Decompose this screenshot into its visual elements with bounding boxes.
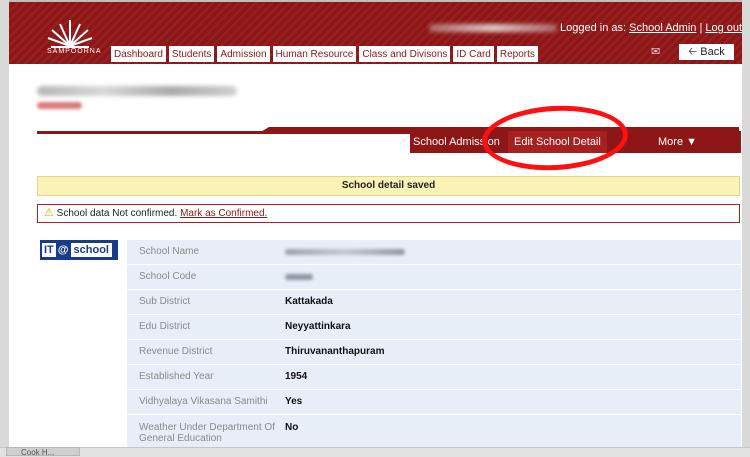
blurred-value (285, 274, 313, 280)
arrow-left-icon: 🡠 (688, 46, 698, 58)
detail-value: No (285, 422, 299, 433)
detail-value: 1954 (285, 371, 308, 382)
login-separator: | (699, 22, 703, 34)
nav-reports[interactable]: Reports (496, 46, 538, 62)
back-button[interactable]: 🡠 Back (679, 44, 734, 60)
back-label: Back (700, 46, 725, 58)
detail-value: Thiruvananthapuram (285, 346, 385, 357)
it-logo-text: IT (42, 243, 56, 257)
logout-link[interactable]: Log out (705, 22, 742, 34)
table-row: School Code (127, 265, 741, 290)
user-role-link[interactable]: School Admin (629, 22, 696, 34)
nav-dashboard[interactable]: Dashboard (111, 46, 166, 62)
login-prefix: Logged in as: (560, 22, 627, 34)
table-row: Established Year 1954 (127, 365, 741, 390)
at-logo-text: @ (57, 244, 69, 256)
school-details-table: School Name School Code Sub District Kat… (127, 240, 741, 456)
nav-human-resource[interactable]: Human Resource (272, 46, 357, 62)
warning-text: School data Not confirmed. (56, 208, 178, 219)
table-row: Sub District Kattakada (127, 290, 741, 315)
table-row: Revenue District Thiruvananthapuram (127, 340, 741, 365)
logo-text: SAMPOORNA (47, 48, 102, 55)
detail-value: Neyyattinkara (285, 321, 351, 332)
detail-label: Vidhyalaya Vikasana Samithi (139, 396, 268, 407)
detail-label: School Name (139, 246, 200, 257)
browser-page: SAMPOORNA Logged in as: School Admin | L… (9, 0, 742, 456)
detail-label: Established Year (139, 371, 214, 382)
mark-as-confirmed-link[interactable]: Mark as Confirmed. (180, 208, 267, 219)
more-dropdown[interactable]: More ▼ (658, 131, 697, 153)
school-logo-text: school (70, 243, 112, 257)
blurred-value (285, 249, 405, 255)
app-header: SAMPOORNA Logged in as: School Admin | L… (9, 0, 742, 64)
blurred-school-name (429, 24, 557, 32)
table-row: School Name (127, 240, 741, 265)
detail-label: Weather Under Department Of General Educ… (139, 422, 275, 444)
login-status: Logged in as: School Admin | Log out (560, 22, 742, 34)
envelope-icon[interactable]: ✉ (651, 47, 664, 58)
itschool-logo: IT @ school (40, 240, 118, 260)
success-notice: School detail saved (37, 176, 740, 196)
taskbar-window-button[interactable]: Cook H... (6, 447, 80, 457)
red-highlight-circle (480, 102, 630, 174)
main-nav: Dashboard Students Admission Human Resou… (111, 46, 538, 62)
blurred-school-title (37, 86, 237, 96)
detail-label: Edu District (139, 321, 191, 332)
table-row: Vidhyalaya Vikasana Samithi Yes (127, 390, 741, 415)
blurred-school-subtitle (37, 102, 82, 109)
table-row: Edu District Neyyattinkara (127, 315, 741, 340)
warning-notice: ⚠ School data Not confirmed. Mark as Con… (37, 204, 740, 223)
detail-label: School Code (139, 271, 197, 282)
detail-label: Revenue District (139, 346, 213, 357)
nav-class-and-divisions[interactable]: Class and Divisons (359, 46, 451, 62)
detail-label: Sub District (139, 296, 191, 307)
nav-admission[interactable]: Admission (217, 46, 270, 62)
detail-value: Yes (285, 396, 303, 407)
detail-value: Kattakada (285, 296, 333, 307)
warning-triangle-icon: ⚠ (44, 207, 54, 219)
nav-students[interactable]: Students (168, 46, 215, 62)
nav-id-card[interactable]: ID Card (453, 46, 494, 62)
